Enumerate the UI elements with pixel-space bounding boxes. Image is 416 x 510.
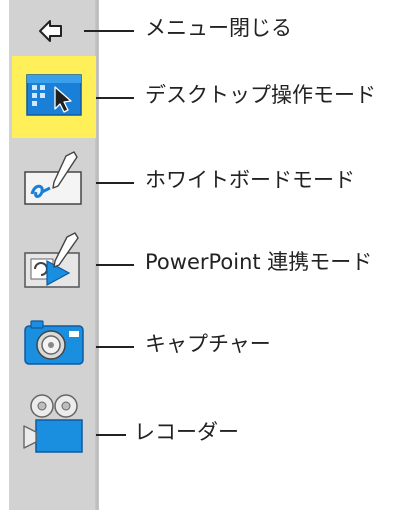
powerpoint-pen-icon: [21, 229, 87, 295]
camera-icon: [23, 318, 85, 370]
whiteboard-mode-leader: [96, 182, 134, 184]
video-camera-icon: [22, 392, 86, 460]
capture-button[interactable]: [12, 304, 96, 384]
close-menu-label: メニュー閉じる: [145, 16, 292, 40]
close-menu-leader: [84, 30, 134, 32]
desktop-mode-button[interactable]: [12, 56, 96, 138]
whiteboard-mode-label: ホワイトボードモード: [145, 168, 355, 192]
desktop-mode-label: デスクトップ操作モード: [145, 83, 376, 107]
capture-leader: [96, 346, 134, 348]
whiteboard-mode-button[interactable]: [12, 140, 96, 220]
recorder-label: レコーダー: [134, 420, 239, 444]
powerpoint-mode-label: PowerPoint 連携モード: [145, 250, 373, 274]
desktop-pointer-icon: [25, 71, 83, 123]
back-arrow-icon: [37, 18, 71, 48]
whiteboard-pen-icon: [22, 148, 86, 212]
desktop-mode-leader: [96, 97, 134, 99]
close-menu-button[interactable]: [12, 12, 96, 54]
powerpoint-mode-leader: [96, 264, 134, 266]
powerpoint-mode-button[interactable]: [12, 222, 96, 302]
capture-label: キャプチャー: [145, 332, 271, 356]
recorder-button[interactable]: [12, 386, 96, 466]
recorder-leader: [96, 434, 126, 436]
